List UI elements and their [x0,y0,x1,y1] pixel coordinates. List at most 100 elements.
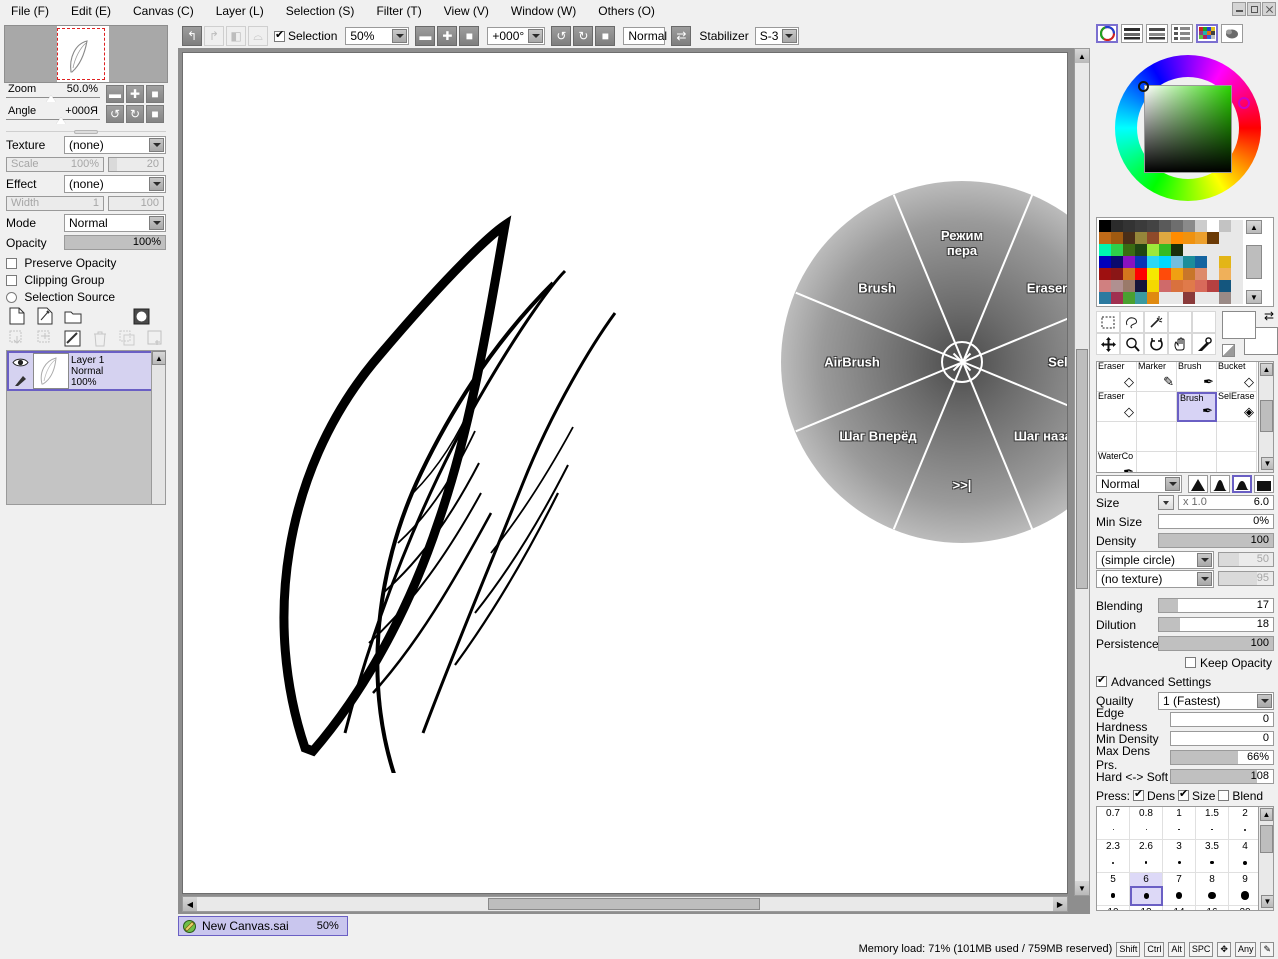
color-swatch[interactable] [1111,268,1123,280]
foreground-background-colors[interactable]: ⇄ [1222,311,1274,357]
color-swatch[interactable] [1231,220,1243,232]
color-swatch[interactable] [1207,232,1219,244]
size-grid-label[interactable]: 3.5 [1196,840,1229,853]
menu-item-layer[interactable]: Layer (L) [205,1,275,21]
color-swatch[interactable] [1099,232,1111,244]
brush-size-field[interactable]: x 1.0 6.0 [1178,495,1274,510]
color-swatch[interactable] [1219,220,1231,232]
brush-preset-empty[interactable] [1097,422,1137,452]
scroll-up-icon[interactable]: ▲ [1260,363,1273,376]
color-swatch[interactable] [1219,232,1231,244]
color-swatch[interactable] [1219,292,1231,304]
scroll-down-icon[interactable]: ▼ [1246,290,1262,304]
color-swatch[interactable] [1171,268,1183,280]
color-swatch[interactable] [1135,292,1147,304]
chevron-down-icon[interactable] [149,216,164,230]
selection-source-radio[interactable] [6,292,17,303]
stabilizer-combo[interactable]: S-3 [755,27,799,45]
document-tab[interactable]: New Canvas.sai 50% [178,916,348,936]
brush-preset-empty[interactable] [1177,452,1217,473]
color-swatch[interactable] [1135,280,1147,292]
color-swatch[interactable] [1183,244,1195,256]
menu-item-filter[interactable]: Filter (T) [365,1,432,21]
color-swatch[interactable] [1183,256,1195,268]
selection-checkbox[interactable] [274,31,285,42]
swap-colors-icon[interactable]: ⇄ [1264,309,1274,323]
tool-slot-empty[interactable] [1192,311,1216,333]
color-swatch[interactable] [1147,292,1159,304]
blend-mode-display[interactable]: Normal [623,27,665,45]
hand-icon[interactable] [1168,333,1192,355]
color-swatch[interactable] [1123,268,1135,280]
chevron-down-icon[interactable] [149,138,164,152]
color-swatch[interactable] [1111,256,1123,268]
color-swatch[interactable] [1195,292,1207,304]
selection-source-row[interactable]: Selection Source [6,290,166,304]
zoom-combo[interactable]: 50% [345,27,409,45]
scroll-down-icon[interactable]: ▼ [1075,881,1089,895]
brush-preset-brush[interactable]: Brush✒ [1177,362,1217,392]
color-swatch[interactable] [1099,220,1111,232]
flat-top-icon[interactable] [1232,475,1252,493]
color-swatch[interactable] [1111,280,1123,292]
color-swatch[interactable] [1123,280,1135,292]
layer-mask-icon[interactable] [130,306,152,326]
lasso-select-icon[interactable] [1120,311,1144,333]
size-grid-label[interactable]: 14 [1163,906,1196,911]
swap-colors-icon[interactable]: ⇄ [671,26,691,46]
duplicate-layer-icon[interactable] [117,328,139,348]
size-grid-scrollbar[interactable]: ▲ ▼ [1258,807,1273,910]
swatch-scroll-thumb[interactable] [1246,245,1262,279]
color-swatch[interactable] [1099,256,1111,268]
color-swatch[interactable] [1135,220,1147,232]
size-grid-dot-cell[interactable] [1163,886,1196,906]
canvas-area[interactable]: Режим пера Eraser SelEras Шаг назад >>| … [178,48,1090,914]
radial-sector-seleras[interactable]: SelEras [1048,355,1068,370]
size-grid-label[interactable]: 3 [1163,840,1196,853]
angle-slider-track[interactable] [6,119,100,120]
navigator-angle-slider[interactable]: Angle +000Я [4,105,102,127]
size-grid-dot-cell[interactable] [1097,853,1130,873]
clear-layer-icon[interactable] [61,328,83,348]
clipping-group-row[interactable]: Clipping Group [6,273,166,287]
press-size-checkbox[interactable] [1178,790,1189,801]
color-swatch[interactable] [1231,292,1243,304]
rotate-icon[interactable] [1144,333,1168,355]
size-grid-dot-cell[interactable] [1196,886,1229,906]
press-blend-checkbox[interactable] [1218,790,1229,801]
color-swatch[interactable] [1183,280,1195,292]
nav-rotate-cw-button[interactable]: ↻ [126,105,144,123]
brush-preset-empty[interactable] [1137,392,1177,422]
layer-select-icon[interactable] [9,371,31,389]
move-icon[interactable] [1096,333,1120,355]
color-wheel[interactable] [1092,45,1278,213]
zoom-out-button[interactable]: ▬ [415,26,435,46]
color-swatch[interactable] [1123,256,1135,268]
radial-sector-step-forward[interactable]: Шаг Вперёд [839,429,916,444]
size-grid-label[interactable]: 12 [1130,906,1163,911]
min-density-slider[interactable]: 0 [1170,731,1274,746]
color-swatch[interactable] [1111,232,1123,244]
canvas-horizontal-scrollbar[interactable]: ◀ ▶ [182,896,1068,912]
color-swatch[interactable] [1123,244,1135,256]
texture-combo[interactable]: (none) [64,136,166,154]
menu-item-canvas[interactable]: Canvas (C) [122,1,205,21]
vertical-scroll-thumb[interactable] [1076,349,1088,589]
size-grid-label[interactable]: 6 [1130,873,1163,886]
color-swatch[interactable] [1231,280,1243,292]
scroll-up-icon[interactable]: ▲ [1075,49,1089,63]
radial-tool-menu[interactable]: Режим пера Eraser SelEras Шаг назад >>| … [781,181,1068,543]
nav-rotate-ccw-button[interactable]: ↺ [106,105,124,123]
color-swatch[interactable] [1123,232,1135,244]
color-swatch[interactable] [1099,292,1111,304]
nav-zoom-reset-button[interactable]: ■ [146,85,164,103]
chevron-down-icon[interactable] [149,177,164,191]
radial-sector-airbrush[interactable]: AirBrush [824,355,880,370]
color-swatch[interactable] [1159,256,1171,268]
color-swatch[interactable] [1207,256,1219,268]
size-scroll-thumb[interactable] [1260,825,1273,853]
color-swatch[interactable] [1195,280,1207,292]
sv-marker[interactable] [1138,81,1149,92]
swatch-grid[interactable] [1099,220,1243,304]
add-mask-icon[interactable] [144,328,166,348]
